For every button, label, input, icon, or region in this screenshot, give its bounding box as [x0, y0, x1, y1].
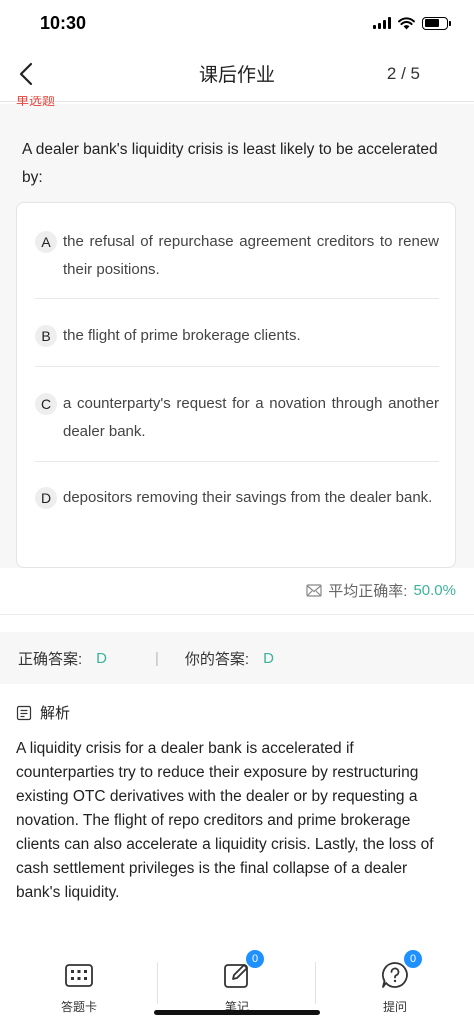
option-text: depositors removing their savings from t…	[63, 489, 433, 506]
correct-answer-value: D	[96, 649, 108, 667]
wifi-icon	[398, 16, 415, 29]
accuracy-stats: 平均正确率: 50.0%	[306, 580, 456, 601]
status-bar: 10:30	[0, 0, 474, 46]
your-answer-label: 你的答案:	[184, 650, 250, 668]
option-c[interactable]: C a counterparty's request for a novatio…	[35, 390, 439, 446]
option-d[interactable]: D depositors removing their savings from…	[35, 484, 439, 512]
tab-label: 答题卡	[60, 1000, 97, 1014]
accuracy-label: 平均正确率:	[328, 583, 408, 600]
note-icon: 0	[222, 950, 264, 990]
analysis-title: 解析	[40, 705, 71, 722]
divider	[0, 614, 474, 615]
ask-badge: 0	[404, 950, 422, 968]
option-a[interactable]: A the refusal of repurchase agreement cr…	[35, 228, 439, 284]
tab-separator	[157, 962, 158, 1004]
option-letter: A	[35, 231, 57, 253]
tab-separator	[315, 962, 316, 1004]
chevron-left-icon	[19, 62, 33, 86]
question-icon: 0	[380, 950, 422, 990]
option-b[interactable]: B the flight of prime brokerage clients.	[35, 322, 439, 350]
options-card: A the refusal of repurchase agreement cr…	[16, 202, 456, 568]
option-letter: C	[35, 393, 57, 415]
question-text: A dealer bank's liquidity crisis is leas…	[22, 141, 438, 186]
option-text: the flight of prime brokerage clients.	[63, 327, 301, 344]
back-button[interactable]	[12, 60, 40, 88]
envelope-icon	[306, 584, 322, 597]
tab-ask[interactable]: 0 提问	[316, 948, 474, 1024]
home-indicator	[154, 1010, 320, 1015]
page-indicator: 2 / 5	[386, 63, 420, 83]
option-text: the refusal of repurchase agreement cred…	[63, 233, 439, 278]
nav-bar: 课后作业 2 / 5	[0, 46, 474, 102]
analysis-text: A liquidity crisis for a dealer bank is …	[16, 740, 434, 901]
battery-icon	[422, 16, 451, 30]
correct-answer-label: 正确答案:	[18, 650, 83, 668]
option-divider	[35, 366, 439, 367]
signal-icon	[373, 17, 391, 29]
accuracy-value: 50.0%	[413, 582, 456, 599]
notes-badge: 0	[246, 950, 264, 968]
option-divider	[35, 461, 439, 462]
your-answer-value: D	[263, 649, 274, 667]
option-divider	[35, 298, 439, 299]
tab-answer-card[interactable]: 答题卡	[0, 948, 158, 1024]
answer-row: 正确答案: D | 你的答案: D	[0, 632, 474, 684]
question-type-label: 单选题	[16, 96, 56, 106]
option-letter: B	[35, 325, 57, 347]
page-title: 课后作业	[198, 65, 275, 86]
answer-separator: |	[155, 649, 159, 667]
option-letter: D	[35, 487, 57, 509]
option-text: a counterparty's request for a novation …	[63, 395, 439, 440]
document-icon	[16, 705, 32, 720]
tab-label: 提问	[382, 1000, 407, 1014]
status-time: 10:30	[40, 12, 87, 33]
analysis-header: 解析	[16, 702, 70, 723]
answer-card-icon	[64, 960, 94, 990]
status-icons	[373, 16, 451, 30]
